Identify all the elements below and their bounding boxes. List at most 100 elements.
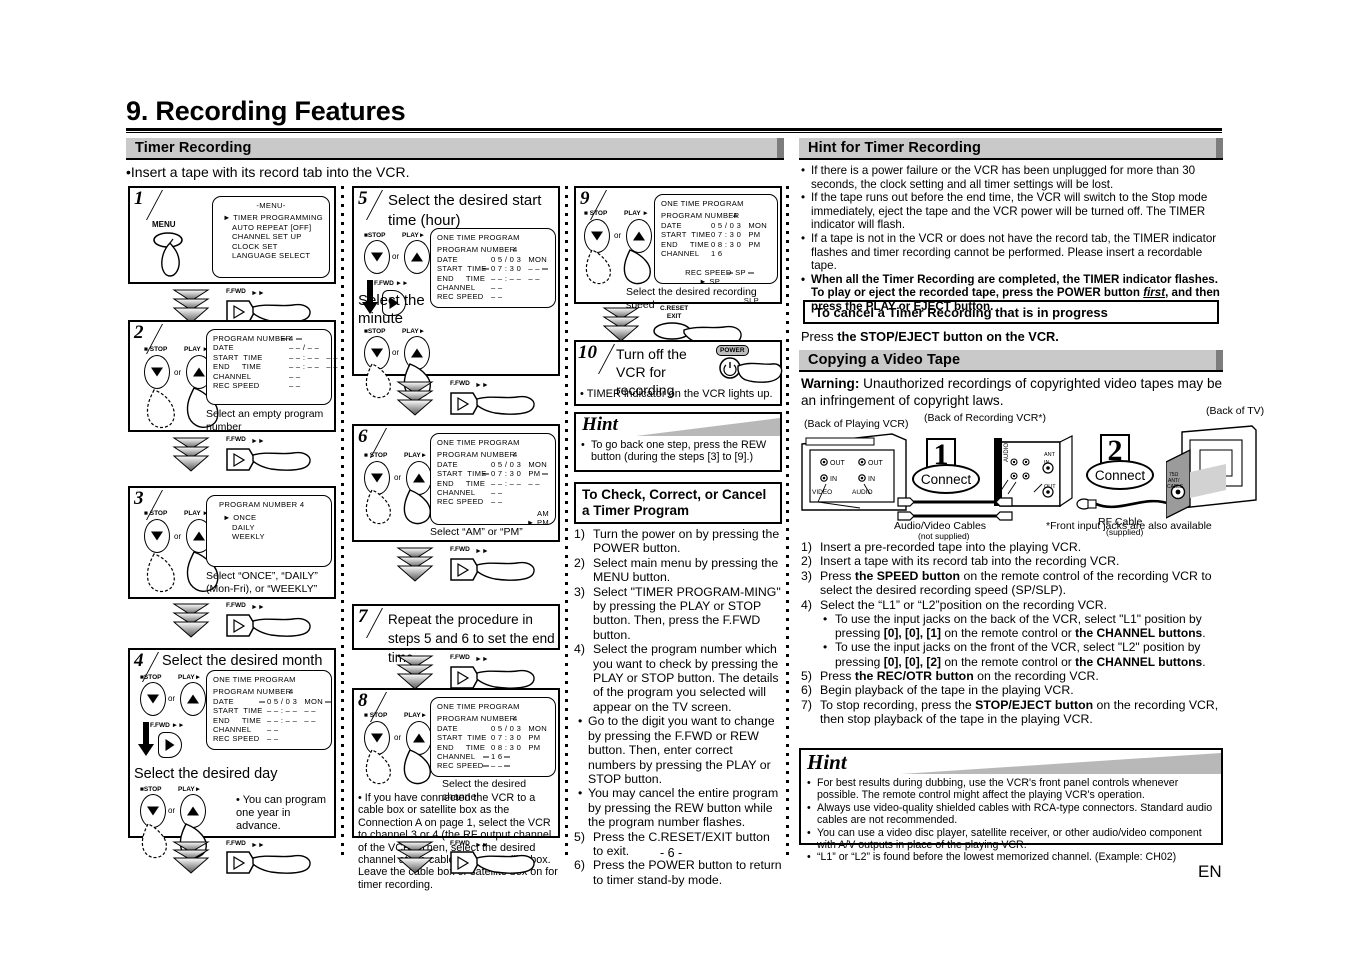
header-endcap <box>1216 138 1223 158</box>
copying-warning: Warning: Unauthorized recordings of copy… <box>801 376 1223 409</box>
stop-button[interactable] <box>144 355 170 389</box>
svg-text:IN: IN <box>868 476 875 483</box>
hint-timer-bullets: If there is a power failure or the VCR h… <box>801 164 1225 314</box>
warning-text: Unauthorized recordings of copyrighted v… <box>801 376 1223 408</box>
step-10-note: • TIMER indicator on the VCR lights up. <box>580 388 773 400</box>
diagram-footnote: *Front input jacks are also available <box>1046 520 1212 532</box>
stop-label: ■STOP <box>140 786 162 793</box>
step-1-osd-screen: -MENU- ► TIMER PROGRAMMING AUTO REPEAT [… <box>212 196 330 278</box>
osd-row: CHANNEL – – <box>437 488 503 498</box>
intro-text: •Insert a tape with its record tab into … <box>126 164 410 180</box>
copying-diagram: (Back of Playing VCR) (Back of Recording… <box>798 405 1264 541</box>
osd-row: START TIME – – : – – – – <box>213 352 338 362</box>
osd-ampm-am: AM <box>537 508 549 518</box>
cancel-timer-text: Press the STOP/EJECT button on the VCR. <box>801 329 1059 344</box>
osd-row: DATE 0 5 / 0 3 MON <box>437 723 547 733</box>
osd-row: PROGRAM NUMBER4 <box>437 450 518 460</box>
ffwd-arrow-icon: ►► <box>251 604 265 611</box>
play-button[interactable] <box>180 682 206 716</box>
ffwd-label: F.FWD <box>226 288 246 295</box>
ffwd-arrow-icon: ►► <box>251 842 265 849</box>
language-mark: EN <box>1198 862 1222 881</box>
osd-row: DATE – – / – – <box>213 343 320 353</box>
or-label: or <box>392 252 400 261</box>
stop-button[interactable] <box>140 682 166 716</box>
warning-label: Warning: <box>801 376 860 391</box>
osd-row: END TIME – – : – – – – <box>213 715 316 725</box>
osd-row: REC SPEED – – <box>437 761 503 771</box>
osd-row: END TIME 0 8 : 3 0 PM <box>661 239 761 249</box>
section-header-hint-timer: Hint for Timer Recording <box>799 138 1223 160</box>
or-label: or <box>392 348 400 357</box>
step-10-box: 10 Turn off the VCR for recording POWER … <box>574 340 784 406</box>
step-6-osd-screen: ONE TIME PROGRAM PROGRAM NUMBER4 DATE 0 5… <box>430 433 556 527</box>
manual-page: 9. Recording Features Timer Recording •I… <box>0 0 1351 954</box>
hint-word: Hint <box>582 414 618 435</box>
step-8-box: 8 ■ STOP PLAY► or ONE TIME PROGRAM PROGR… <box>352 688 560 891</box>
play-label: PLAY► <box>404 452 428 459</box>
play-button[interactable] <box>404 240 430 274</box>
play-label: PLAY► <box>178 786 202 793</box>
check-correct-cancel-section: To Check, Correct, or Cancel a Timer Pro… <box>574 482 782 887</box>
stop-label: ■ STOP <box>584 210 608 217</box>
menu-button-icon[interactable] <box>148 230 208 280</box>
step-4-title: Select the desired month <box>162 653 323 669</box>
step-5-title2: Select the minute <box>358 292 425 327</box>
or-label: or <box>394 733 402 742</box>
osd-row: DATE 0 5 / 0 3 MON <box>213 696 323 706</box>
diagram-label-recording: (Back of Recording VCR*) <box>924 412 1046 424</box>
osd-row: CHANNEL 1 6 <box>437 752 503 762</box>
check-list-item: • Go to the digit you want to change by p… <box>578 714 775 786</box>
creset-exit-label: C.RESET EXIT <box>660 305 689 320</box>
osd-row: REC SPEED – – <box>437 292 503 302</box>
copying-substep: To use the input jacks on the back of th… <box>823 612 1225 640</box>
header-endcap <box>777 138 784 158</box>
stop-button[interactable] <box>364 240 390 274</box>
check-list-item: 6) Press the POWER button to return to ti… <box>574 858 782 887</box>
playing-vcr-back-graphic: OUT IN OUT IN VIDEO AUDIO <box>801 433 907 511</box>
osd-row: REC SPEED – – <box>437 497 503 507</box>
stop-button[interactable] <box>144 519 170 553</box>
ffwd-label-inline: F.FWD ►► <box>150 722 185 729</box>
copying-step: 2) Insert a tape with its record tab into… <box>801 554 1120 569</box>
step-1-slash <box>146 190 184 220</box>
step-5-box: 5 Select the desired start time (hour) ■… <box>352 186 560 399</box>
connector-step3-step4: F.FWD ►► <box>168 602 338 642</box>
step-5-osd-screen: ONE TIME PROGRAM PROGRAM NUMBER4 DATE 0 5… <box>430 228 556 308</box>
hint-bullet: Always use video-quality shielded cables… <box>807 802 1215 827</box>
osd-row: CHANNEL 1 6 <box>661 249 723 259</box>
osd-row: END TIME – – : – – – – <box>213 362 338 372</box>
step-5-title: Select the desired start time (hour) <box>388 192 542 229</box>
osd-row: PROGRAM NUMBER4 <box>213 334 294 343</box>
copying-step: 1) Insert a pre-recorded tape into the pl… <box>801 540 1082 554</box>
ffwd-button-hand-icon <box>226 851 311 874</box>
osd-title: ONE TIME PROGRAM <box>437 702 520 711</box>
play-label: PLAY► <box>402 232 426 239</box>
step-4-osd-screen: ONE TIME PROGRAM PROGRAM NUMBER4 DATE 0 5… <box>206 670 332 750</box>
hint-header: Hint <box>576 414 780 436</box>
osd-row: DATE 0 5 / 0 3 MON <box>437 254 547 264</box>
step-4-box: 4 Select the desired month ■STOP PLAY► o… <box>128 648 336 859</box>
svg-text:CABLE: CABLE <box>1167 484 1184 490</box>
step-9-number: 9 <box>580 188 590 209</box>
check-list-item: 1) Turn the power on by pressing the POWE… <box>574 527 780 556</box>
connector-step2-step3: F.FWD ►► <box>168 436 338 476</box>
osd-row: START TIME0 7 : 3 0 PM <box>437 733 541 743</box>
copying-step: 7) To stop recording, press the STOP/EJEC… <box>801 697 1219 727</box>
osd-row: START TIME – – : – – – – <box>213 706 316 716</box>
copying-step: 5) Press the REC/OTR button on the record… <box>801 668 1099 683</box>
check-list-item: 4) Select the program number which you wa… <box>574 642 779 714</box>
power-button-hand-icon[interactable] <box>716 356 784 386</box>
section-title-copying: Copying a Video Tape <box>808 352 961 368</box>
or-label: or <box>614 231 622 240</box>
section-title-timer-recording: Timer Recording <box>135 140 252 156</box>
ffwd-label: F.FWD <box>450 380 470 387</box>
osd-title: ONE TIME PROGRAM <box>213 675 296 684</box>
power-button-badge: POWER <box>716 345 749 356</box>
ffwd-button[interactable] <box>158 732 182 758</box>
or-label: or <box>174 532 182 541</box>
stop-label: ■STOP <box>140 674 162 681</box>
osd-title: PROGRAM NUMBER 4 <box>219 500 305 509</box>
cancel-timer-bold: the STOP/EJECT button on the VCR. <box>837 329 1059 344</box>
column-divider-1 <box>341 186 344 858</box>
